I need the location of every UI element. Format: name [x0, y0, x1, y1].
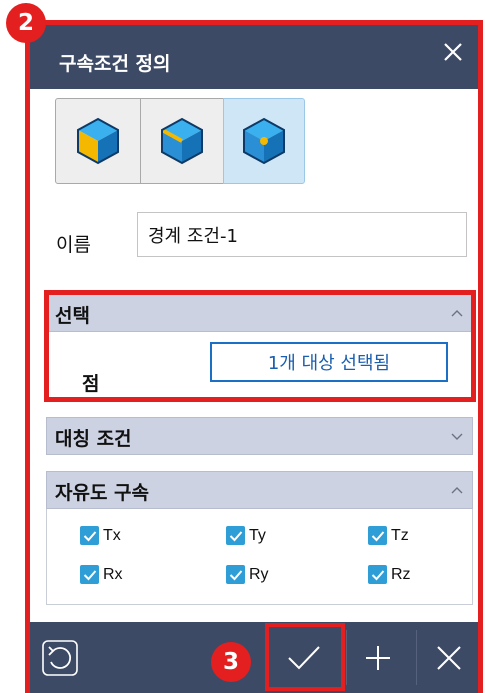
constraint-dialog: 구속조건 정의 이름 경계 조건-1 선택 점 1개 대상 선택됨 대칭 조건 …: [30, 25, 478, 693]
name-input[interactable]: [137, 212, 467, 257]
selection-section-header[interactable]: 선택: [46, 294, 473, 332]
dof-section-body: [46, 509, 473, 605]
dof-label: Rx: [103, 565, 123, 583]
selected-target-button[interactable]: 1개 대상 선택됨: [210, 342, 448, 382]
dof-checkbox-rx[interactable]: Rx: [80, 565, 123, 584]
reset-icon: [42, 639, 78, 676]
toolbar-divider: [416, 630, 417, 685]
cube-vertex-icon: [243, 117, 285, 165]
close-icon: [437, 645, 461, 670]
selection-mode-group: [55, 98, 305, 184]
step-3-badge: 3: [211, 642, 251, 682]
step-2-badge: 2: [6, 3, 46, 43]
chevron-down-icon: [451, 433, 463, 440]
dof-label: Rz: [391, 565, 411, 583]
dof-checkbox-ry[interactable]: Ry: [226, 565, 269, 584]
checkbox-checked-icon: [80, 526, 99, 545]
plus-icon: [366, 645, 390, 670]
cube-face-icon: [77, 117, 119, 165]
checkbox-checked-icon: [80, 565, 99, 584]
dof-checkbox-tz[interactable]: Tz: [368, 526, 409, 545]
dialog-title: 구속조건 정의: [59, 53, 171, 75]
dof-section-title: 자유도 구속: [55, 482, 150, 504]
checkbox-checked-icon: [226, 565, 245, 584]
dof-checkbox-rz[interactable]: Rz: [368, 565, 411, 584]
check-icon: [288, 645, 320, 669]
toolbar-divider: [346, 630, 347, 685]
close-icon[interactable]: [440, 39, 466, 65]
face-mode-button[interactable]: [55, 98, 141, 184]
dof-label: Tx: [103, 526, 121, 544]
reset-button[interactable]: [30, 622, 90, 693]
checkbox-checked-icon: [226, 526, 245, 545]
dof-label: Tz: [391, 526, 409, 544]
add-button[interactable]: [348, 622, 408, 693]
dof-label: Ry: [249, 565, 269, 583]
chevron-up-icon: [451, 487, 463, 494]
cancel-button[interactable]: [420, 622, 478, 693]
symmetry-section-header[interactable]: 대칭 조건: [46, 417, 473, 455]
dialog-titlebar: 구속조건 정의: [30, 25, 478, 89]
dialog-footer-toolbar: [30, 622, 478, 693]
chevron-up-icon: [451, 310, 463, 317]
confirm-button[interactable]: [266, 622, 342, 693]
dof-section-header[interactable]: 자유도 구속: [46, 471, 473, 509]
symmetry-section-title: 대칭 조건: [55, 428, 132, 450]
checkbox-checked-icon: [368, 526, 387, 545]
selection-section-title: 선택: [55, 305, 90, 327]
dof-checkbox-ty[interactable]: Ty: [226, 526, 266, 545]
dof-checkbox-tx[interactable]: Tx: [80, 526, 121, 545]
name-label: 이름: [56, 234, 91, 256]
vertex-mode-button[interactable]: [223, 98, 305, 184]
cube-edge-icon: [161, 117, 203, 165]
edge-mode-button[interactable]: [140, 98, 224, 184]
checkbox-checked-icon: [368, 565, 387, 584]
dof-label: Ty: [249, 526, 266, 544]
point-label: 점: [82, 373, 100, 395]
